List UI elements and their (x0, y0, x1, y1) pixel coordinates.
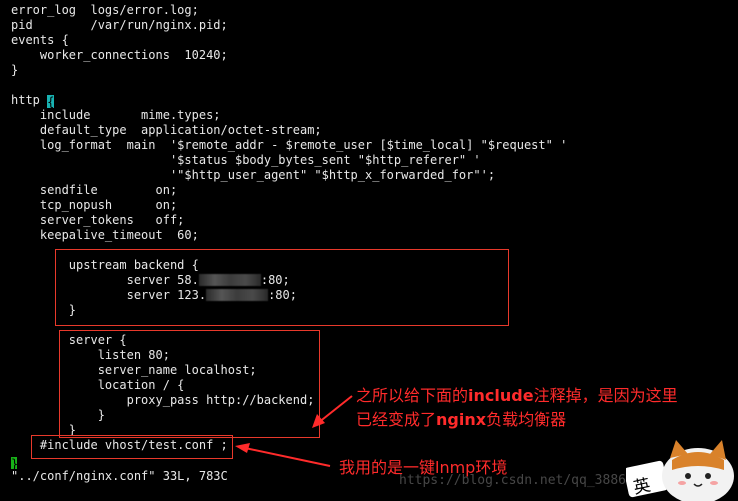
lnmp-note: 我用的是一键lnmp环境 (339, 458, 508, 477)
arrow-to-include-line (317, 395, 353, 424)
mascot-sticker: 英 (626, 436, 738, 501)
include-note-line1: 之所以给下面的include注释掉，是因为这里 (356, 386, 678, 405)
include-note-line2: 已经变成了nginx负载均衡器 (356, 410, 567, 429)
cat-mascot-icon: 英 (626, 440, 734, 501)
arrowhead-include (312, 414, 325, 428)
terminal-window[interactable]: error_log logs/error.log; pid /var/run/n… (0, 0, 738, 501)
arrow-to-lnmp (244, 447, 331, 467)
arrowhead-lnmp (235, 443, 250, 453)
